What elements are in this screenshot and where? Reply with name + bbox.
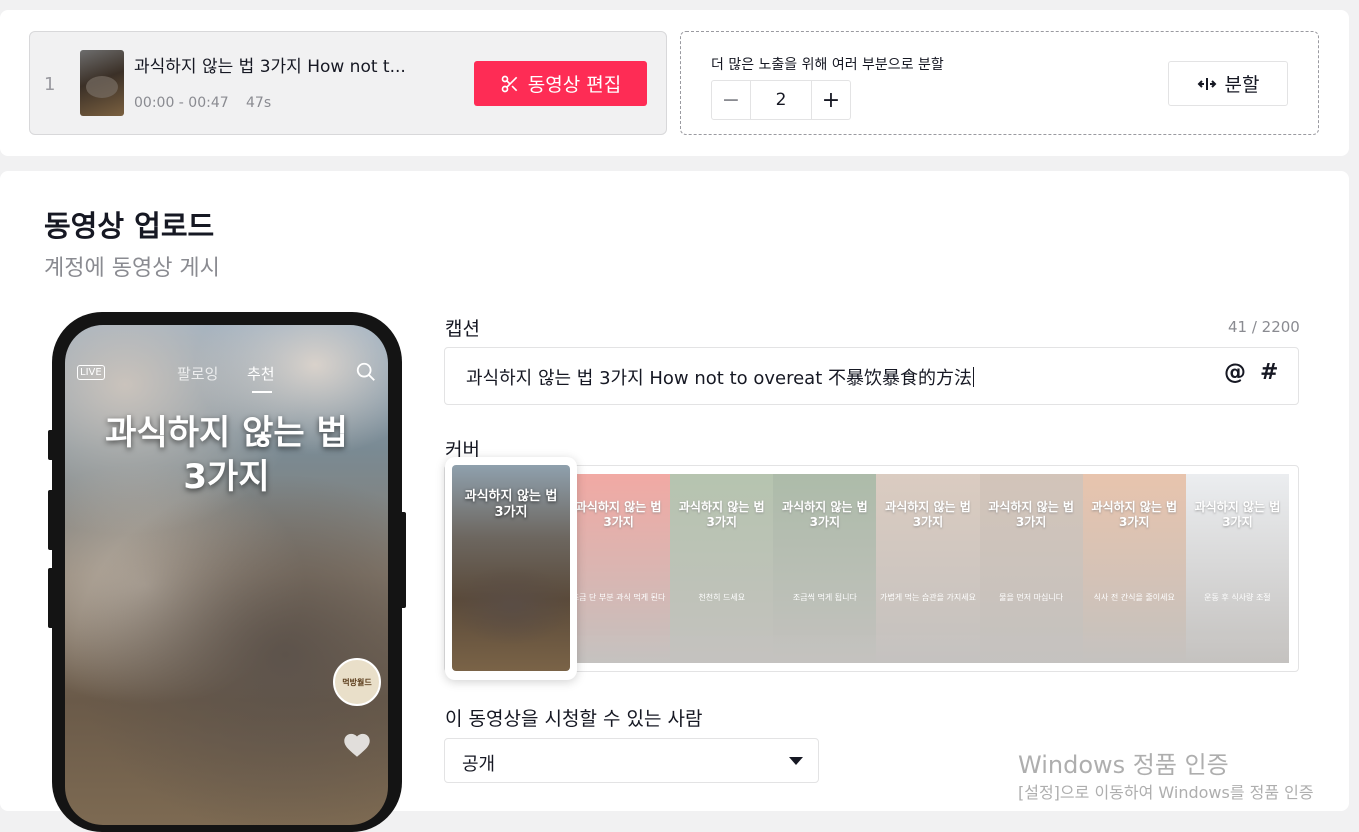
scissors-icon	[501, 75, 518, 92]
caption-label: 캡션	[445, 318, 480, 340]
page-subtitle: 계정에 동영상 게시	[44, 256, 220, 281]
chevron-down-icon	[789, 757, 803, 765]
video-index: 1	[44, 74, 56, 95]
visibility-value: 공개	[462, 754, 496, 775]
cover-frame[interactable]: 과식하지 않는 법 3가지가볍게 먹는 습관을 가지세요	[876, 474, 980, 663]
caption-value: 과식하지 않는 법 3가지 How not to overeat 不暴饮暴食的方…	[466, 368, 972, 389]
cover-frame-subtext: 식사 전 간식을 줄이세요	[1093, 593, 1175, 602]
cover-frame[interactable]: 과식하지 않는 법 3가지운동 후 식사량 조절	[1185, 474, 1289, 663]
phone-preview: LIVE 팔로잉 추천 과식하지 않는 법 3가지 먹방월드	[48, 312, 406, 832]
cover-frame[interactable]: 과식하지 않는 법 3가지천천히 드세요	[670, 474, 774, 663]
cover-frame-subtext: 물을 먼저 마십니다	[999, 593, 1064, 602]
upload-card: 동영상 업로드 계정에 동영상 게시 LIVE 팔로잉 추천 과식하지 않는 법…	[0, 171, 1349, 832]
split-options: 더 많은 노출을 위해 여러 부분으로 분할 − 2 + 분할	[680, 31, 1319, 135]
tab-recommended: 추천	[247, 365, 275, 383]
windows-activation-text: [설정]으로 이동하여 Windows를 정품 인증	[1018, 783, 1314, 802]
cover-frame-subtext: 조금 단 부분 과식 먹게 된다	[571, 593, 666, 602]
visibility-label: 이 동영상을 시청할 수 있는 사람	[445, 708, 703, 730]
video-thumbnail	[80, 50, 124, 116]
selected-cover-text: 과식하지 않는 법 3가지	[464, 489, 558, 520]
phone-side-button	[400, 512, 406, 608]
cover-frame[interactable]: 과식하지 않는 법 3가지조금 단 부분 과식 먹게 된다	[567, 474, 671, 663]
cover-frame-text: 과식하지 않는 법 3가지	[988, 500, 1074, 529]
preview-caption-line2: 3가지	[183, 457, 270, 497]
heart-icon	[344, 733, 370, 757]
cover-frame-subtext: 가볍게 먹는 습관을 가지세요	[880, 593, 976, 602]
split-button-label: 분할	[1224, 74, 1260, 96]
video-item: 1 과식하지 않는 법 3가지 How not t... 00:00 - 00:…	[29, 31, 667, 135]
page-title: 동영상 업로드	[44, 209, 215, 243]
decrement-button[interactable]: −	[712, 81, 751, 119]
cover-frame-text: 과식하지 않는 법 3가지	[885, 500, 971, 529]
phone-side-button	[48, 430, 54, 460]
split-button[interactable]: 분할	[1168, 61, 1288, 106]
live-badge: LIVE	[77, 365, 105, 380]
selected-cover-frame[interactable]: 과식하지 않는 법 3가지	[445, 457, 577, 680]
caption-input[interactable]: 과식하지 않는 법 3가지 How not to overeat 不暴饮暴食的方…	[444, 347, 1299, 405]
cover-frame-text: 과식하지 않는 법 3가지	[782, 500, 868, 529]
split-count-stepper: − 2 +	[711, 80, 851, 120]
cover-frame-subtext: 운동 후 식사량 조절	[1204, 593, 1271, 602]
cover-frame-text: 과식하지 않는 법 3가지	[1194, 500, 1281, 529]
caption-char-count: 41 / 2200	[1228, 318, 1300, 336]
text-caret	[973, 367, 974, 387]
increment-button[interactable]: +	[811, 81, 850, 119]
phone-screen: LIVE 팔로잉 추천 과식하지 않는 법 3가지 먹방월드	[65, 325, 388, 825]
tab-following: 팔로잉	[177, 365, 219, 383]
video-title: 과식하지 않는 법 3가지 How not t...	[134, 57, 406, 77]
windows-activation-title: Windows 정품 인증	[1018, 751, 1229, 779]
mention-button[interactable]: @	[1224, 360, 1246, 385]
split-count-value[interactable]: 2	[751, 81, 811, 119]
cover-frame-subtext: 천천히 드세요	[698, 593, 746, 602]
hashtag-button[interactable]: #	[1260, 360, 1278, 385]
cover-frame-text: 과식하지 않는 법 3가지	[575, 500, 662, 529]
cover-frame[interactable]: 과식하지 않는 법 3가지조금씩 먹게 됩니다	[773, 474, 877, 663]
video-duration: 47s	[246, 95, 272, 111]
cover-frame-text: 과식하지 않는 법 3가지	[678, 500, 765, 529]
phone-side-button	[48, 568, 54, 628]
preview-caption: 과식하지 않는 법 3가지	[65, 411, 388, 499]
cover-frame-text: 과식하지 않는 법 3가지	[1091, 500, 1178, 529]
cover-frames: 과식하지 않는 법 3가지 조금 단 부분 과식 먹게 된다 과식하지 않는 법 3…	[567, 474, 1289, 663]
search-icon	[356, 362, 375, 381]
edit-video-label: 동영상 편집	[527, 74, 622, 96]
selected-cover-image: 과식하지 않는 법 3가지	[452, 465, 570, 671]
phone-side-button	[48, 490, 54, 550]
split-arrows-icon	[1197, 77, 1216, 90]
visibility-select[interactable]: 공개	[444, 738, 819, 783]
cover-frame-subtext: 조금씩 먹게 됩니다	[792, 593, 857, 602]
caption-text[interactable]: 과식하지 않는 법 3가지 How not to overeat 不暴饮暴食的方…	[466, 364, 974, 390]
split-label: 더 많은 노출을 위해 여러 부분으로 분할	[711, 57, 944, 73]
cover-frame[interactable]: 과식하지 않는 법 3가지식사 전 간식을 줄이세요	[1082, 474, 1186, 663]
video-time-range: 00:00 - 00:47	[134, 95, 229, 111]
cover-frame[interactable]: 과식하지 않는 법 3가지물을 먼저 마십니다	[979, 474, 1083, 663]
split-panel: 1 과식하지 않는 법 3가지 How not t... 00:00 - 00:…	[0, 10, 1349, 156]
active-tab-indicator	[252, 391, 272, 393]
preview-caption-line1: 과식하지 않는 법	[105, 413, 348, 453]
avatar: 먹방월드	[333, 658, 381, 706]
edit-video-button[interactable]: 동영상 편집	[474, 61, 647, 106]
